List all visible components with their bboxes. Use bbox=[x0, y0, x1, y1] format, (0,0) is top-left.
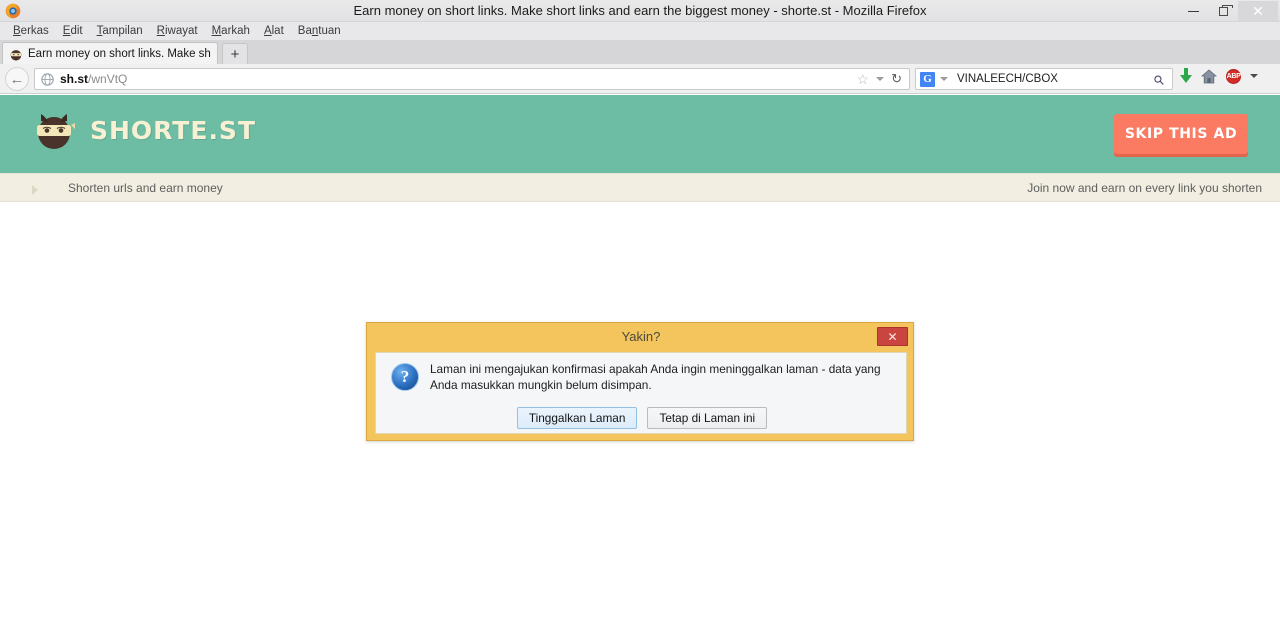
url-path: /wnVtQ bbox=[88, 72, 128, 86]
dialog-close-button[interactable]: ✕ bbox=[877, 327, 908, 346]
new-tab-button[interactable]: + bbox=[222, 43, 248, 64]
url-bar-icons: ☆ ↻ bbox=[857, 71, 905, 88]
url-text: sh.st/wnVtQ bbox=[60, 72, 127, 86]
tab-title: Earn money on short links. Make short li… bbox=[28, 47, 211, 60]
window-controls: ✕ bbox=[1178, 0, 1278, 22]
menu-label-edit: dit bbox=[70, 25, 83, 37]
globe-icon bbox=[41, 72, 54, 86]
tab-strip: Earn money on short links. Make short li… bbox=[0, 40, 1280, 64]
skip-this-ad-button[interactable]: SKIP THIS AD bbox=[1114, 114, 1248, 154]
confirm-leave-dialog: Yakin? ✕ ? Laman ini mengajukan konfirma… bbox=[366, 322, 914, 441]
minimize-button[interactable] bbox=[1178, 1, 1208, 21]
search-icon[interactable]: ⚲ bbox=[1151, 69, 1172, 90]
menu-label-alat: lat bbox=[271, 25, 284, 37]
search-bar[interactable]: G VINALEECH/CBOX ⚲ bbox=[915, 68, 1173, 90]
menu-label-tampilan: ampilan bbox=[102, 25, 143, 37]
menu-label-riwayat: iwayat bbox=[164, 25, 198, 37]
adblock-plus-icon[interactable]: ABP bbox=[1226, 68, 1241, 84]
shortest-subbar: Shorten urls and earn money Join now and… bbox=[0, 173, 1280, 202]
menu-label-markah: arkah bbox=[221, 25, 250, 37]
bookmark-star-icon[interactable]: ☆ bbox=[857, 71, 870, 88]
search-engine-chevron-down-icon[interactable] bbox=[940, 77, 948, 81]
back-button[interactable]: ← bbox=[5, 67, 29, 91]
arrow-right-icon bbox=[32, 185, 38, 195]
google-search-engine-icon[interactable]: G bbox=[920, 71, 935, 87]
menu-item-berkas[interactable]: Berkas bbox=[6, 22, 56, 40]
menu-item-edit[interactable]: Edit bbox=[56, 22, 90, 40]
shortest-favicon-icon bbox=[10, 49, 22, 61]
tab-active[interactable]: Earn money on short links. Make short li… bbox=[2, 42, 218, 64]
chevron-down-icon[interactable] bbox=[876, 77, 885, 81]
subbar-join-text: Join now and earn on every link you shor… bbox=[1027, 181, 1262, 195]
close-button[interactable]: ✕ bbox=[1238, 1, 1278, 21]
dialog-title: Yakin? bbox=[621, 329, 661, 344]
window-titlebar: Earn money on short links. Make short li… bbox=[0, 0, 1280, 22]
stay-on-page-button[interactable]: Tetap di Laman ini bbox=[647, 407, 768, 429]
home-icon[interactable] bbox=[1201, 68, 1217, 84]
brand-wordmark: SHORTE.ST bbox=[90, 115, 256, 145]
question-icon: ? bbox=[391, 363, 419, 391]
menu-item-markah[interactable]: Markah bbox=[205, 22, 257, 40]
toolbar-icons: ABP bbox=[1180, 68, 1258, 84]
subbar-tagline: Shorten urls and earn money bbox=[68, 181, 223, 195]
downloads-icon[interactable] bbox=[1180, 68, 1192, 84]
url-domain: sh.st bbox=[60, 72, 89, 86]
menu-item-alat[interactable]: Alat bbox=[257, 22, 291, 40]
url-bar[interactable]: sh.st/wnVtQ ☆ ↻ bbox=[34, 68, 910, 90]
menu-item-tampilan[interactable]: Tampilan bbox=[90, 22, 150, 40]
menu-label-bantuan: tuan bbox=[318, 25, 341, 37]
browser-window: Earn money on short links. Make short li… bbox=[0, 0, 1280, 640]
adblock-chevron-down-icon[interactable] bbox=[1250, 74, 1258, 78]
dialog-actions: Tinggalkan Laman Tetap di Laman ini bbox=[376, 407, 908, 429]
window-title: Earn money on short links. Make short li… bbox=[353, 3, 927, 18]
menu-item-bantuan[interactable]: Bantuan bbox=[291, 22, 348, 40]
search-input[interactable]: VINALEECH/CBOX bbox=[957, 73, 1058, 85]
shortest-logo[interactable]: SHORTE.ST bbox=[32, 108, 256, 152]
restore-button[interactable] bbox=[1208, 1, 1238, 21]
dialog-message: Laman ini mengajukan konfirmasi apakah A… bbox=[430, 362, 881, 392]
ninja-mascot-icon bbox=[37, 114, 75, 149]
navigation-toolbar: ← sh.st/wnVtQ ☆ ↻ G VINALEECH/CBOX ⚲ ABP bbox=[0, 64, 1280, 94]
leave-page-button[interactable]: Tinggalkan Laman bbox=[516, 407, 638, 429]
reload-icon[interactable]: ↻ bbox=[891, 71, 902, 87]
menubar: Berkas Edit Tampilan Riwayat Markah Alat… bbox=[0, 22, 1280, 40]
shortest-ad-header: SHORTE.ST SKIP THIS AD bbox=[0, 95, 1280, 173]
dialog-body: ? Laman ini mengajukan konfirmasi apakah… bbox=[375, 352, 907, 434]
menu-label-berkas: erkas bbox=[20, 25, 49, 37]
menu-item-riwayat[interactable]: Riwayat bbox=[150, 22, 205, 40]
